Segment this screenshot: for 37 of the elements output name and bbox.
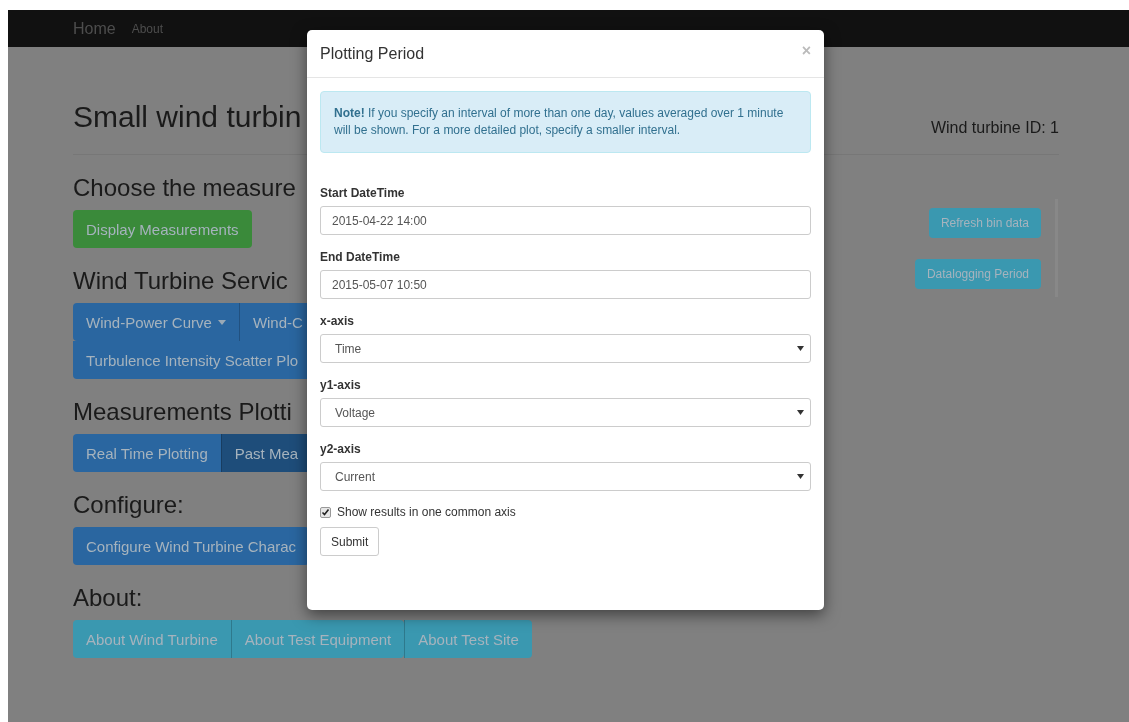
section-heading: Choose the measure <box>73 173 297 203</box>
caret-icon <box>797 410 804 415</box>
menu-button[interactable]: Configure Wind Turbine Charac <box>73 527 310 565</box>
field-label: x-axis <box>320 314 356 328</box>
caret-icon <box>797 474 804 479</box>
section-heading: Configure: <box>73 490 185 520</box>
input-field[interactable]: 2015-05-07 10:50 <box>320 270 811 299</box>
select-field[interactable]: Voltage <box>320 398 811 427</box>
section-heading: Measurements Plotti <box>73 397 293 427</box>
side-button[interactable]: Refresh bin data <box>928 208 1041 238</box>
submit-button[interactable]: Submit <box>320 527 380 556</box>
select-field[interactable]: Current <box>320 462 811 491</box>
select-field[interactable]: Time <box>320 334 811 363</box>
checkbox[interactable] <box>320 506 331 518</box>
turbine-id-label: Wind turbine ID: 1 <box>930 119 1059 137</box>
field-label: y2-axis <box>320 442 362 456</box>
side-button[interactable]: Datalogging Period <box>914 259 1041 289</box>
field-label: y1-axis <box>320 378 362 392</box>
caret-icon <box>797 346 804 351</box>
menu-button[interactable]: About Wind Turbine <box>73 620 231 658</box>
page-title: Small wind turbin <box>73 99 302 135</box>
nav-link[interactable]: About <box>131 21 164 36</box>
menu-button[interactable]: Display Measurements <box>73 210 252 248</box>
info-alert: Note! If you specify an interval of more than one day, values averaged over 1 minute will be shown. For a more detailed plot, specify a smaller interval. <box>320 91 811 153</box>
field-label: End DateTime <box>320 250 401 264</box>
menu-button[interactable]: About Test Site <box>404 620 532 658</box>
close-button[interactable]: × <box>801 41 811 60</box>
nav-link[interactable]: Home <box>73 19 116 38</box>
input-field[interactable]: 2015-04-22 14:00 <box>320 206 811 235</box>
section-heading: About: <box>73 583 144 613</box>
checkbox-label: Show results in one common axis <box>337 505 516 519</box>
menu-button[interactable]: Real Time Plotting <box>73 434 221 472</box>
menu-button[interactable]: Wind-Power Curve <box>73 303 239 341</box>
section-heading: Wind Turbine Servic <box>73 266 289 296</box>
modal-title: Plotting Period <box>320 44 425 63</box>
field-label: Start DateTime <box>320 186 406 200</box>
menu-button[interactable]: About Test Equipment <box>230 620 405 658</box>
